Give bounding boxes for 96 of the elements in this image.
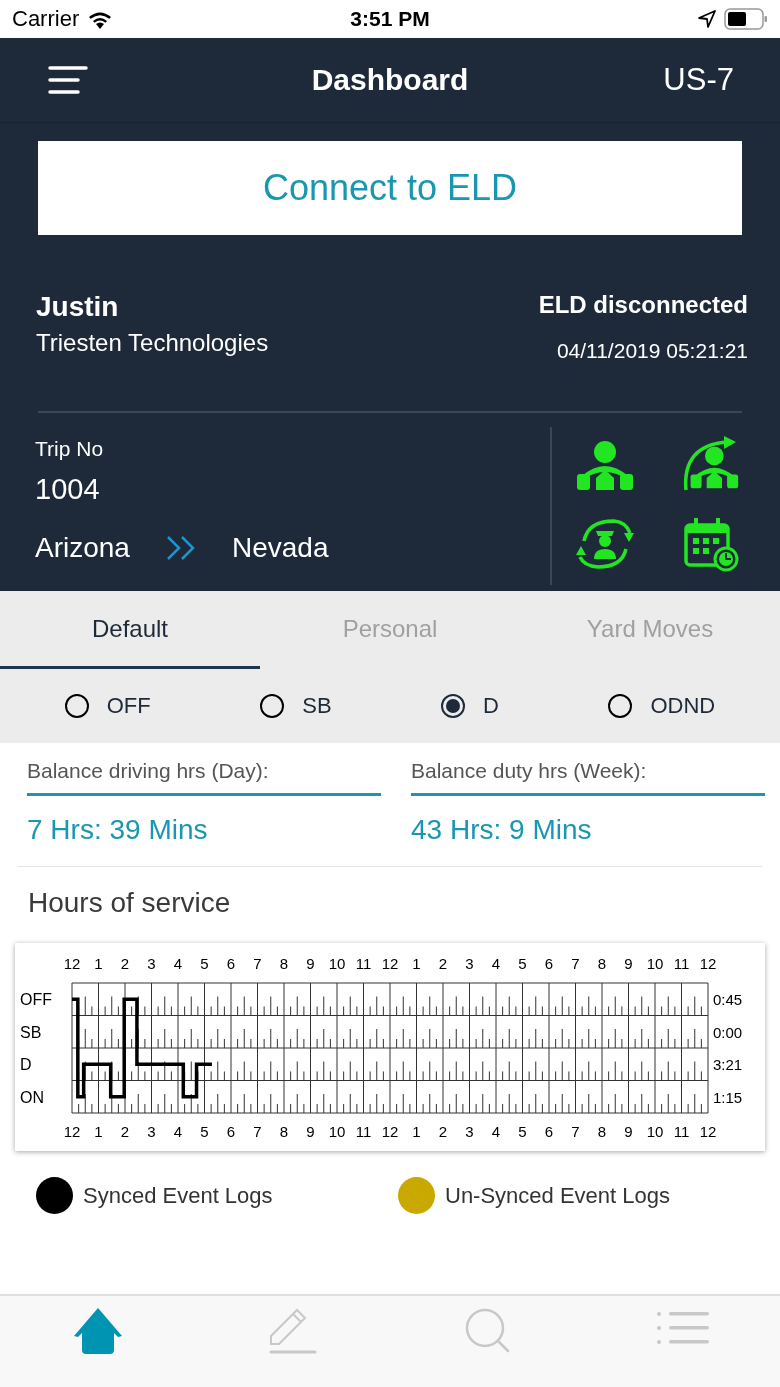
pencil-icon: [268, 1308, 317, 1354]
hour-label: 10: [646, 1123, 664, 1140]
driver-name: Justin: [36, 291, 120, 323]
balance-value: 7 Hrs: 39 Mins: [27, 814, 209, 846]
radio-circle[interactable]: [64, 694, 89, 718]
hour-label: 7: [571, 1123, 580, 1140]
carrier-label: Carrier: [12, 6, 80, 32]
row-total: 0:45: [713, 991, 743, 1008]
hour-label: 2: [438, 1123, 448, 1140]
duty-radio[interactable]: OFF: [64, 693, 151, 719]
hour-label: 12: [699, 1123, 717, 1140]
hour-label: 5: [518, 955, 527, 972]
status-label: ON: [20, 1088, 44, 1106]
balance-value: 43 Hrs: 9 Mins: [411, 814, 593, 846]
hour-label: 11: [355, 955, 372, 972]
balance-label: Balance duty hrs (Week):: [411, 759, 765, 796]
radio-label: D: [483, 693, 499, 719]
hour-label: 2: [120, 955, 130, 972]
radio-circle[interactable]: [608, 694, 633, 718]
hour-label: 5: [200, 955, 209, 972]
location-icon: [698, 10, 716, 28]
unit-label: US-7: [663, 62, 734, 98]
hour-label: 5: [518, 1123, 527, 1140]
hour-label: 11: [355, 1123, 372, 1140]
hour-label: 4: [173, 955, 183, 972]
destination: Nevada: [231, 532, 329, 564]
hour-label: 3: [147, 1123, 156, 1140]
hour-label: 9: [624, 1123, 633, 1140]
section-title: Hours of service: [27, 886, 232, 920]
row-total: 0:00: [713, 1023, 743, 1041]
timestamp: 04/11/2019 05:21:21: [555, 339, 748, 363]
status-label: OFF: [20, 991, 52, 1008]
hour-label: 6: [226, 955, 236, 972]
balance-label: Balance driving hrs (Day):: [27, 759, 381, 796]
legend-label: Un-Synced Event Logs: [445, 1182, 671, 1209]
origin: Arizona: [35, 532, 130, 564]
screen-title: Dashboard: [311, 63, 469, 97]
radio-label: OFF: [106, 693, 151, 719]
duty-radio[interactable]: SB: [260, 693, 332, 719]
trip-label: Trip No: [35, 437, 105, 461]
hour-label: 12: [63, 1123, 81, 1140]
menu-button[interactable]: [48, 65, 88, 95]
radio-label: ODND: [650, 693, 716, 719]
hour-label: 11: [673, 955, 690, 972]
hour-label: 4: [173, 1123, 183, 1140]
hour-label: 8: [279, 1123, 289, 1140]
hour-label: 9: [306, 1123, 315, 1140]
hour-label: 3: [147, 955, 156, 972]
hour-label: 4: [491, 1123, 501, 1140]
radio-circle[interactable]: [441, 694, 466, 718]
hour-label: 10: [646, 955, 664, 972]
row-total: 1:15: [713, 1088, 743, 1106]
radio-circle[interactable]: [260, 694, 285, 718]
eld-status: ELD disconnected: [538, 291, 748, 319]
hour-label: 10: [328, 1123, 346, 1140]
hour-label: 11: [673, 1123, 690, 1140]
clock-time: 3:51 PM: [350, 7, 430, 31]
hour-label: 7: [571, 955, 580, 972]
hour-label: 6: [544, 1123, 554, 1140]
hour-label: 1: [94, 1123, 103, 1140]
trip-number: 1004: [35, 473, 101, 506]
hour-label: 2: [438, 955, 448, 972]
duty-radio[interactable]: ODND: [608, 693, 716, 719]
hour-label: 12: [63, 955, 81, 972]
duty-radio[interactable]: D: [441, 693, 499, 719]
status-label: D: [20, 1056, 32, 1073]
hour-label: 7: [253, 1123, 262, 1140]
legend-label: Synced Event Logs: [83, 1182, 273, 1209]
hour-label: 7: [253, 955, 262, 972]
battery-icon: [724, 8, 768, 30]
search-icon: [464, 1308, 511, 1354]
company-name: Triesten Technologies: [36, 329, 269, 357]
hour-label: 12: [699, 955, 717, 972]
hour-label: 3: [465, 1123, 474, 1140]
hour-label: 6: [544, 955, 554, 972]
home-icon: [73, 1308, 122, 1354]
hour-label: 5: [200, 1123, 209, 1140]
hour-label: 1: [412, 1123, 421, 1140]
hour-label: 8: [597, 1123, 607, 1140]
status-label: SB: [20, 1023, 42, 1041]
radio-label: SB: [302, 693, 332, 719]
hour-label: 1: [412, 955, 421, 972]
hour-label: 12: [381, 955, 399, 972]
hour-label: 3: [465, 955, 474, 972]
chevrons-icon: [165, 535, 196, 561]
hour-label: 6: [226, 1123, 236, 1140]
hour-label: 9: [624, 955, 633, 972]
hour-label: 8: [597, 955, 607, 972]
hour-label: 10: [328, 955, 346, 972]
hour-label: 4: [491, 955, 501, 972]
hour-label: 2: [120, 1123, 130, 1140]
hour-label: 8: [279, 955, 289, 972]
hour-label: 12: [381, 1123, 399, 1140]
hour-label: 9: [306, 955, 315, 972]
row-total: 3:21: [713, 1056, 743, 1073]
hour-label: 1: [94, 955, 103, 972]
